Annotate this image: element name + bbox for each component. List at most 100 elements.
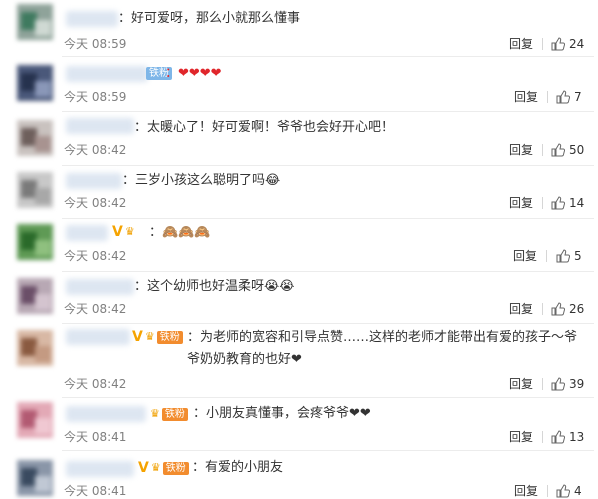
verified-badge: V [138, 460, 149, 476]
like-count: 24 [569, 37, 585, 51]
like-button[interactable]: 14 [551, 196, 584, 210]
reply-button[interactable]: 回复 [514, 90, 538, 104]
thumbs-up-icon [556, 90, 570, 104]
fan-badge: 铁粉 [161, 407, 188, 421]
divider [547, 91, 548, 103]
comment-item: ：好可爱呀，那么小就那么懂事 今天 08:59 回复 24 [0, 0, 598, 57]
comment-item: ：这个幼师也好温柔呀😭😭 今天 08:42 回复 26 [0, 272, 598, 324]
like-button[interactable]: 26 [551, 302, 584, 316]
badge-group: V ♛ 铁粉 [138, 460, 189, 476]
like-count: 14 [569, 196, 585, 210]
divider [547, 485, 548, 497]
avatar[interactable] [17, 120, 53, 156]
fan-badge: 铁粉 [162, 461, 189, 475]
divider [542, 378, 543, 390]
reply-button[interactable]: 回复 [514, 484, 538, 498]
username[interactable] [66, 118, 134, 134]
username[interactable] [66, 406, 146, 422]
like-count: 5 [574, 249, 582, 263]
badge-group: V ♛ [112, 224, 135, 240]
like-button[interactable]: 13 [551, 430, 584, 444]
avatar[interactable] [17, 330, 53, 366]
comment-time: 今天 08:41 [64, 430, 127, 444]
comment-text: ：小朋友真懂事，会疼爷爷❤❤ [193, 406, 371, 421]
comment-item: V ♛ 铁粉 ：有爱的小朋友 今天 08:41 回复 4 [0, 451, 598, 499]
username[interactable] [66, 329, 130, 345]
crown-icon: ♛ [144, 330, 155, 343]
reply-button[interactable]: 回复 [509, 37, 533, 51]
username[interactable] [66, 66, 148, 82]
fan-badge: 铁粉 [156, 330, 183, 344]
divider [542, 38, 543, 50]
like-count: 7 [574, 90, 582, 104]
like-button[interactable]: 50 [551, 143, 584, 157]
thumbs-up-icon [551, 196, 565, 210]
divider [542, 431, 543, 443]
crown-icon: ♛ [124, 225, 135, 238]
badge-group: ♛ 铁粉 [150, 407, 188, 421]
reply-button[interactable]: 回复 [509, 302, 533, 316]
thumbs-up-icon [551, 37, 565, 51]
avatar[interactable] [17, 4, 53, 40]
username[interactable] [66, 11, 118, 27]
comment-time: 今天 08:42 [64, 196, 127, 210]
comment-list: ：好可爱呀，那么小就那么懂事 今天 08:59 回复 24 铁粉 ：❤❤❤❤ 今… [0, 0, 598, 499]
divider [542, 144, 543, 156]
reply-button[interactable]: 回复 [509, 196, 533, 210]
thumbs-up-icon [556, 249, 570, 263]
avatar[interactable] [17, 65, 53, 101]
comment-item: ：三岁小孩这么聪明了吗😂 今天 08:42 回复 14 [0, 166, 598, 219]
thumbs-up-icon [551, 430, 565, 444]
comment-time: 今天 08:42 [64, 143, 127, 157]
crown-icon: ♛ [150, 461, 161, 474]
divider [546, 250, 547, 262]
thumbs-up-icon [551, 302, 565, 316]
like-button[interactable]: 39 [551, 377, 584, 391]
comment-item: ：太暖心了！好可爱啊！爷爷也会好开心吧！ 今天 08:42 回复 50 [0, 112, 598, 166]
username[interactable] [66, 461, 134, 477]
avatar[interactable] [17, 224, 53, 260]
like-count: 39 [569, 377, 585, 391]
reply-button[interactable]: 回复 [509, 143, 533, 157]
comment-time: 今天 08:59 [64, 37, 127, 51]
like-count: 50 [569, 143, 585, 157]
comment-text: ：这个幼师也好温柔呀😭😭 [134, 279, 295, 294]
comment-text: ：好可爱呀，那么小就那么懂事 [118, 11, 301, 26]
thumbs-up-icon [551, 143, 565, 157]
comment-item: V ♛ 铁粉 ：为老师的宽容和引导点赞……这样的老师才能带出有爱的孩子～爷爷奶奶… [0, 324, 598, 398]
username[interactable] [66, 225, 108, 241]
avatar[interactable] [17, 402, 53, 438]
reply-button[interactable]: 回复 [509, 377, 533, 391]
verified-badge: V [112, 224, 123, 240]
comment-text: ：三岁小孩这么聪明了吗😂 [122, 173, 281, 188]
verified-badge: V [132, 329, 143, 345]
like-button[interactable]: 7 [556, 90, 582, 104]
divider [542, 197, 543, 209]
avatar[interactable] [17, 172, 53, 208]
comment-item: ♛ 铁粉 ：小朋友真懂事，会疼爷爷❤❤ 今天 08:41 回复 13 [0, 398, 598, 451]
comment-text: ：🙈🙈🙈 [149, 225, 211, 240]
comment-text: ：有爱的小朋友 [192, 460, 284, 475]
username[interactable] [66, 279, 134, 295]
comment-text: ：太暖心了！好可爱啊！爷爷也会好开心吧！ [134, 120, 395, 135]
like-count: 13 [569, 430, 585, 444]
reply-button[interactable]: 回复 [513, 249, 537, 263]
like-button[interactable]: 4 [556, 484, 582, 498]
comment-time: 今天 08:59 [64, 90, 127, 104]
like-count: 4 [574, 484, 582, 498]
comment-item: 铁粉 ：❤❤❤❤ 今天 08:59 回复 7 [0, 57, 598, 112]
comment-time: 今天 08:42 [64, 377, 127, 391]
like-count: 26 [569, 302, 585, 316]
comment-time: 今天 08:41 [64, 484, 127, 498]
badge-group: V ♛ 铁粉 [132, 329, 183, 345]
crown-icon: ♛ [150, 407, 160, 420]
avatar[interactable] [17, 460, 53, 496]
like-button[interactable]: 24 [551, 37, 584, 51]
like-button[interactable]: 5 [556, 249, 582, 263]
comment-text: ：❤❤❤❤ [165, 66, 222, 81]
comment-time: 今天 08:42 [64, 249, 127, 263]
username[interactable] [66, 173, 122, 189]
avatar[interactable] [17, 278, 53, 314]
comment-text: ：为老师的宽容和引导点赞……这样的老师才能带出有爱的孩子～爷爷奶奶教育的也好❤ [187, 330, 578, 367]
reply-button[interactable]: 回复 [509, 430, 533, 444]
